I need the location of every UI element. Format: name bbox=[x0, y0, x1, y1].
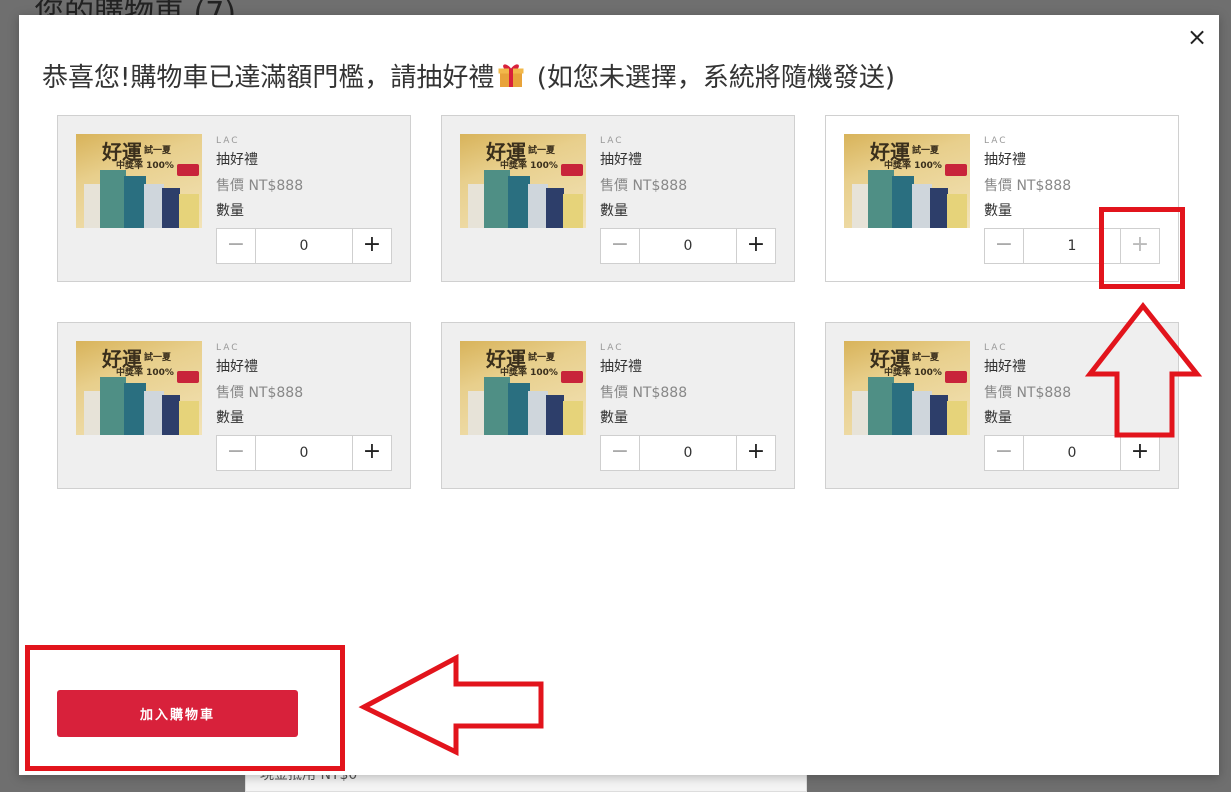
annotation-arrow-left bbox=[358, 653, 544, 757]
annotation-arrows bbox=[358, 301, 1203, 757]
annotation-arrow-up bbox=[1084, 301, 1203, 438]
